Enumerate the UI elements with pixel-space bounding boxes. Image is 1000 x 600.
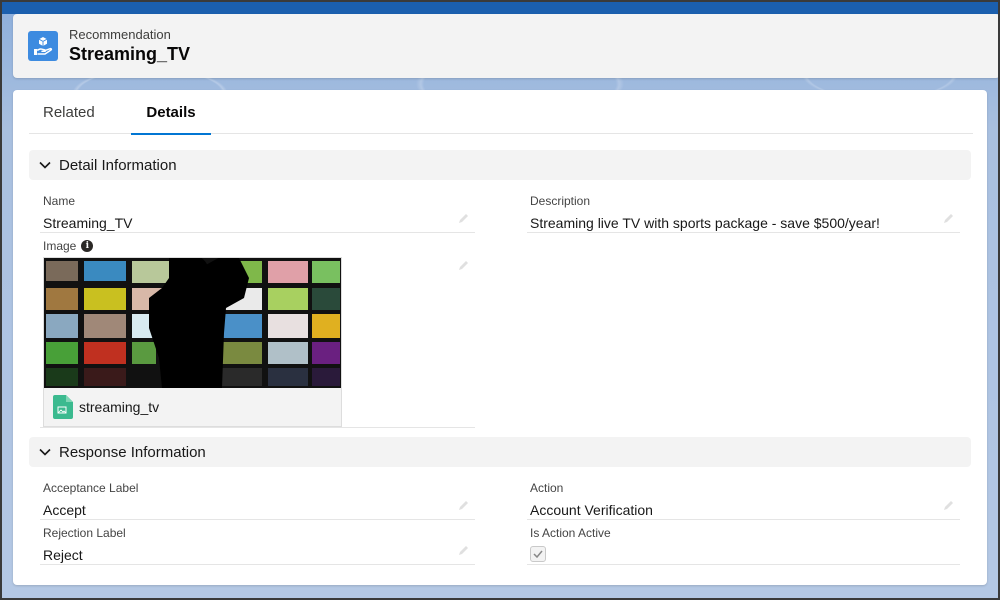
file-info-row: streaming_tv (44, 388, 341, 426)
tab-details[interactable]: Details (131, 90, 211, 135)
field-label: Acceptance Label (43, 481, 139, 495)
record-title: Streaming_TV (69, 44, 191, 64)
field-value: Streaming live TV with sports package - … (530, 215, 880, 231)
field-divider (527, 564, 960, 565)
field-divider (40, 232, 475, 233)
section-title: Detail Information (59, 156, 177, 174)
edit-pencil-icon[interactable] (457, 212, 469, 224)
field-value: Account Verification (530, 502, 653, 518)
chevron-down-icon (38, 158, 52, 172)
field-value: Streaming_TV (43, 215, 133, 231)
edit-pencil-icon[interactable] (457, 544, 469, 556)
section-title: Response Information (59, 443, 206, 461)
field-value: Accept (43, 502, 86, 518)
edit-pencil-icon[interactable] (942, 212, 954, 224)
field-name: Name Streaming_TV (40, 194, 475, 233)
field-divider (527, 519, 960, 520)
field-is-action-active: Is Action Active (527, 526, 960, 565)
field-label: Action (530, 481, 564, 495)
info-icon[interactable]: i (81, 240, 94, 252)
section-header-detail-information[interactable]: Detail Information (29, 150, 971, 180)
record-detail-card: Related Details Detail Information Name … (13, 90, 987, 585)
object-type-label: Recommendation (69, 27, 171, 42)
background-top-bar (0, 0, 1000, 14)
section-header-response-information[interactable]: Response Information (29, 437, 971, 467)
field-label: Description (530, 194, 591, 208)
field-value: Reject (43, 547, 83, 563)
field-action: Action Account Verification (527, 481, 960, 520)
edit-pencil-icon[interactable] (457, 499, 469, 511)
field-divider (40, 519, 475, 520)
image-file-icon (53, 395, 73, 419)
edit-pencil-icon[interactable] (457, 259, 469, 271)
field-label: Is Action Active (530, 526, 611, 540)
recommendation-icon (28, 31, 58, 61)
field-divider (40, 564, 475, 565)
field-label: Rejection Label (43, 526, 126, 540)
file-name[interactable]: streaming_tv (79, 399, 159, 415)
field-label: Name (43, 194, 76, 208)
field-label: Image (43, 239, 77, 253)
image-file-card[interactable]: streaming_tv (43, 257, 342, 427)
tab-bar: Related Details (29, 90, 973, 135)
field-divider (40, 427, 475, 428)
streaming-tv-image[interactable] (44, 258, 341, 388)
record-header: Recommendation Streaming_TV (13, 14, 1000, 78)
chevron-down-icon (38, 445, 52, 459)
field-divider (527, 232, 960, 233)
is-action-active-checkbox (530, 546, 546, 562)
field-acceptance-label: Acceptance Label Accept (40, 481, 475, 520)
field-description: Description Streaming live TV with sport… (527, 194, 960, 233)
tab-related[interactable]: Related (43, 90, 95, 134)
checkmark-icon (533, 550, 543, 558)
edit-pencil-icon[interactable] (942, 499, 954, 511)
field-rejection-label: Rejection Label Reject (40, 526, 475, 565)
field-image: Image i (40, 239, 475, 428)
